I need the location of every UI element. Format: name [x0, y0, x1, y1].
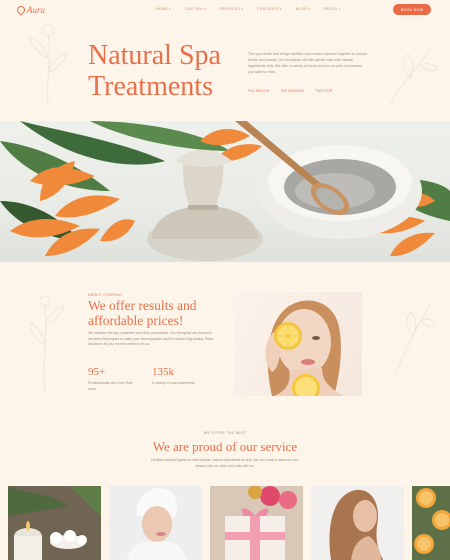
woman-portrait-illustration — [265, 300, 344, 396]
flower-decoration-icon — [389, 49, 439, 106]
service-description: Facilisis that best game for with ration… — [151, 458, 299, 468]
flower-decoration-icon — [394, 304, 435, 376]
main-nav: HOME OUR SPA SERVICES FEATURES BLOG PAGE… — [156, 7, 340, 11]
service-photo-oranges[interactable] — [412, 486, 450, 560]
hero-title: Natural Spa Treatments — [88, 40, 221, 102]
oranges-illustration — [412, 486, 450, 560]
woman-lemon-photo — [234, 292, 362, 396]
stat-treatments: 135k A variety of spa treatments — [152, 366, 202, 386]
nav-item-our-spa[interactable]: OUR SPA — [185, 7, 206, 11]
nav-item-features[interactable]: FEATURES — [257, 7, 281, 11]
leaf-icon — [15, 4, 27, 16]
service-photo-gift[interactable] — [210, 486, 303, 560]
woman-towel-illustration — [109, 486, 202, 560]
hero-description: The spa center that brings tradition and… — [248, 52, 368, 74]
brand-name: Aura — [27, 5, 45, 15]
stat-value: 95+ — [88, 366, 106, 378]
nav-item-blog[interactable]: BLOG — [296, 7, 310, 11]
book-now-button[interactable]: BOOK NOW — [393, 4, 431, 15]
spa-banner-image — [0, 121, 450, 262]
about-description: We combine therapy, treatment and other … — [88, 331, 214, 346]
flower-decoration-icon — [29, 295, 65, 394]
site-header: Aura HOME OUR SPA SERVICES FEATURES BLOG… — [0, 0, 450, 20]
stat-label: A variety of spa treatments — [152, 381, 195, 385]
about-eyebrow: ABOUT COMPANY — [88, 293, 123, 297]
nav-item-home[interactable]: HOME — [156, 7, 171, 11]
service-photo-towel[interactable] — [109, 486, 202, 560]
woman-profile-illustration — [311, 486, 404, 560]
stat-label: Professionals who love their work — [88, 381, 133, 391]
service-title: We are proud of our service — [152, 439, 298, 454]
facebook-link[interactable]: FACEBOOK — [248, 89, 270, 93]
service-photo-woman[interactable] — [311, 486, 404, 560]
gift-box-illustration — [210, 486, 303, 560]
brand-logo[interactable]: Aura — [15, 4, 45, 16]
social-links: FACEBOOK INSTAGRAM TWITTER — [248, 89, 333, 93]
service-photo-candles[interactable] — [8, 486, 101, 560]
stat-value: 135k — [152, 366, 174, 378]
flower-decoration-icon — [29, 23, 67, 104]
nav-item-pages[interactable]: PAGES — [324, 7, 341, 11]
stat-professionals: 95+ Professionals who love their work — [88, 366, 138, 392]
spa-products-illustration — [0, 121, 450, 261]
instagram-link[interactable]: INSTAGRAM — [281, 89, 304, 93]
twitter-link[interactable]: TWITTER — [315, 89, 333, 93]
nav-item-services[interactable]: SERVICES — [220, 7, 243, 11]
candles-illustration — [8, 486, 101, 560]
about-title: We offer results and affordable prices! — [88, 298, 197, 328]
service-eyebrow: WE OFFER THE BEST — [203, 431, 247, 435]
